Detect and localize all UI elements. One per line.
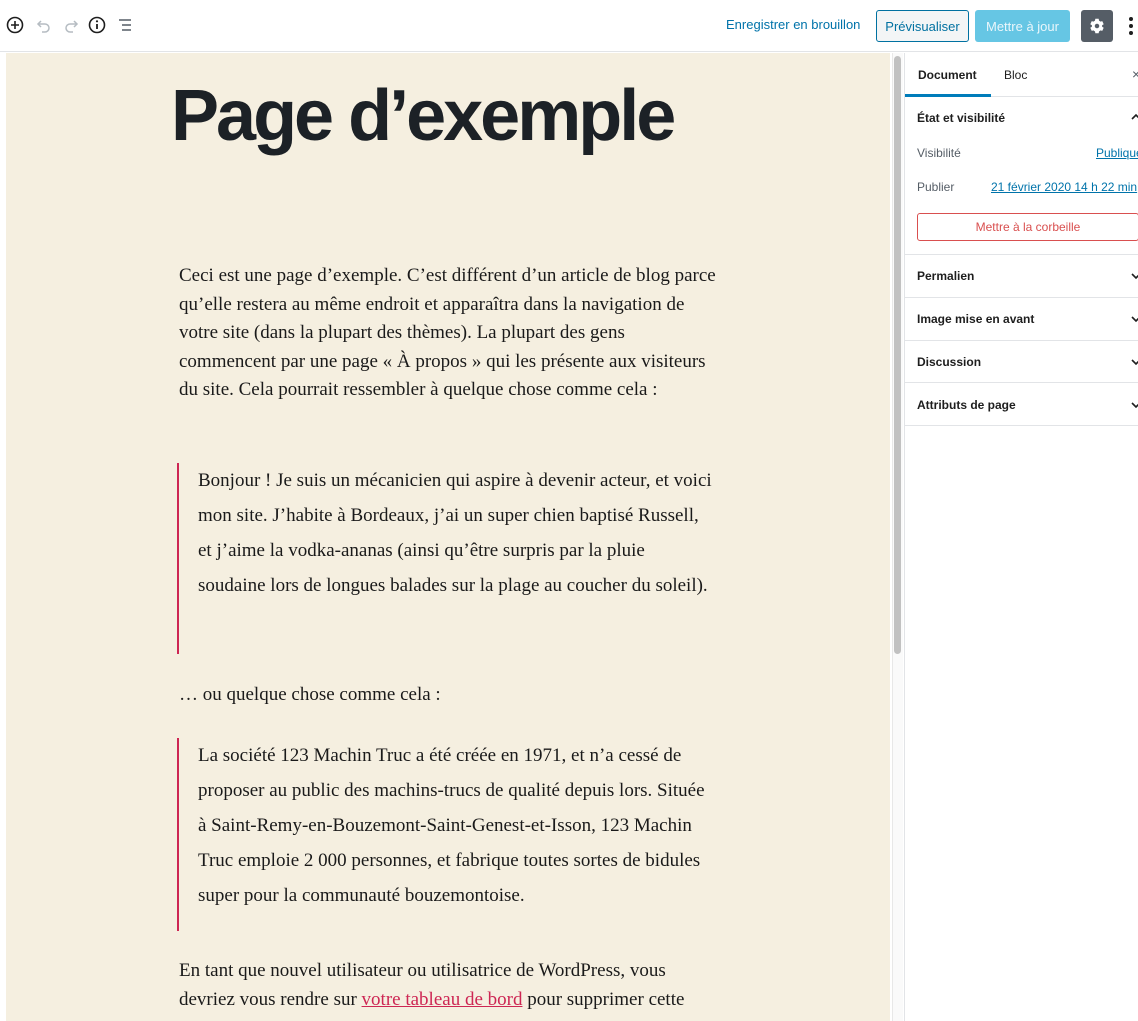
- quote-block[interactable]: La société 123 Machin Truc a été créée e…: [177, 738, 717, 931]
- panel-permalink[interactable]: Permalien: [905, 255, 1138, 298]
- sidebar-tabs: Document Bloc ×: [905, 53, 1138, 97]
- chevron-up-icon[interactable]: [1130, 110, 1138, 128]
- publish-label: Publier: [917, 180, 955, 194]
- chevron-down-icon: [1130, 269, 1138, 287]
- more-options-button[interactable]: [1124, 14, 1138, 38]
- panel-page-attributes[interactable]: Attributs de page: [905, 383, 1138, 426]
- settings-button[interactable]: [1081, 10, 1113, 42]
- quote-block[interactable]: Bonjour ! Je suis un mécanicien qui aspi…: [177, 463, 717, 654]
- add-block-icon[interactable]: [4, 14, 26, 36]
- quote-text[interactable]: La société 123 Machin Truc a été créée e…: [198, 738, 717, 913]
- panel-title: Discussion: [917, 355, 982, 369]
- visibility-toggle[interactable]: Publique: [1096, 146, 1138, 160]
- panel-title: État et visibilité: [917, 111, 1006, 125]
- paragraph-block[interactable]: Ceci est une page d’exemple. C’est diffé…: [179, 262, 719, 405]
- paragraph-text: pour supprimer cette: [522, 988, 685, 1010]
- outline-icon[interactable]: [114, 14, 136, 36]
- chevron-down-icon: [1130, 398, 1138, 416]
- vertical-ellipsis-icon: [1129, 17, 1133, 21]
- tab-document[interactable]: Document: [918, 68, 977, 82]
- panel-title: Permalien: [917, 269, 975, 283]
- chevron-down-icon: [1130, 355, 1138, 373]
- preview-button[interactable]: Prévisualiser: [876, 10, 969, 42]
- paragraph-block[interactable]: … ou quelque chose comme cela :: [179, 681, 719, 710]
- tab-block[interactable]: Bloc: [1004, 68, 1027, 82]
- panel-title: Attributs de page: [917, 398, 1016, 412]
- publish-date-toggle[interactable]: 21 février 2020 14 h 22 min: [991, 180, 1137, 194]
- visibility-label: Visibilité: [917, 146, 961, 160]
- page-title[interactable]: Page d’exemple: [171, 80, 731, 152]
- panel-status-visibility-body: État et visibilité Visibilité Publique P…: [905, 97, 1138, 255]
- update-button[interactable]: Mettre à jour: [975, 10, 1070, 42]
- save-draft-button[interactable]: Enregistrer en brouillon: [726, 17, 860, 32]
- redo-icon[interactable]: [60, 14, 82, 36]
- chevron-down-icon: [1130, 312, 1138, 330]
- panel-featured-image[interactable]: Image mise en avant: [905, 298, 1138, 341]
- editor-toolbar: Enregistrer en brouillon Prévisualiser M…: [0, 0, 1138, 52]
- paragraph-block[interactable]: En tant que nouvel utilisateur ou utilis…: [179, 957, 719, 1014]
- panel-title: Image mise en avant: [917, 312, 1035, 326]
- info-icon[interactable]: [86, 14, 108, 36]
- undo-icon[interactable]: [33, 14, 55, 36]
- dashboard-link[interactable]: votre tableau de bord: [362, 989, 523, 1010]
- quote-text[interactable]: Bonjour ! Je suis un mécanicien qui aspi…: [198, 463, 717, 603]
- close-icon[interactable]: ×: [1132, 66, 1138, 82]
- scrollbar-thumb[interactable]: [894, 56, 901, 654]
- gear-icon: [1090, 18, 1104, 34]
- panel-discussion[interactable]: Discussion: [905, 341, 1138, 383]
- trash-button[interactable]: Mettre à la corbeille: [917, 213, 1138, 241]
